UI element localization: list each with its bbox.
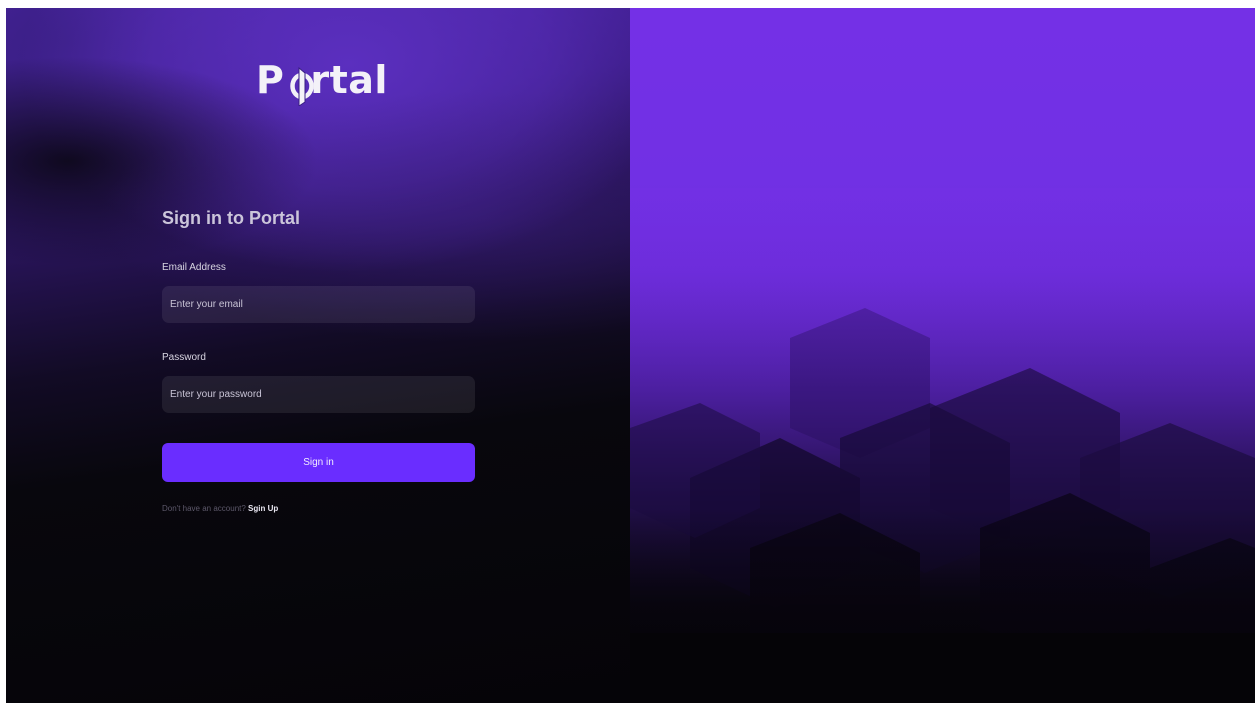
hero-mist-cubes-illustration	[630, 188, 1255, 703]
portal-door-icon	[290, 66, 314, 106]
background-fog	[6, 8, 630, 703]
login-screen: Prtal Sign in to Portal Email Address Pa…	[6, 8, 1255, 703]
signup-prompt-text: Don't have an account?	[162, 504, 246, 513]
email-input[interactable]	[162, 286, 475, 323]
signup-prompt-line: Don't have an account? Sgin Up	[162, 504, 278, 513]
login-panel: Prtal Sign in to Portal Email Address Pa…	[6, 8, 630, 703]
email-label: Email Address	[162, 262, 226, 273]
logo-text-start: P	[256, 58, 285, 102]
logo-text-end: rtal	[310, 58, 388, 102]
signup-link[interactable]: Sgin Up	[248, 504, 278, 513]
signin-button[interactable]: Sign in	[162, 443, 475, 482]
password-input[interactable]	[162, 376, 475, 413]
hero-image-panel	[630, 8, 1255, 703]
portal-logo: Prtal	[256, 58, 388, 106]
signin-title: Sign in to Portal	[162, 208, 300, 228]
password-label: Password	[162, 352, 206, 363]
